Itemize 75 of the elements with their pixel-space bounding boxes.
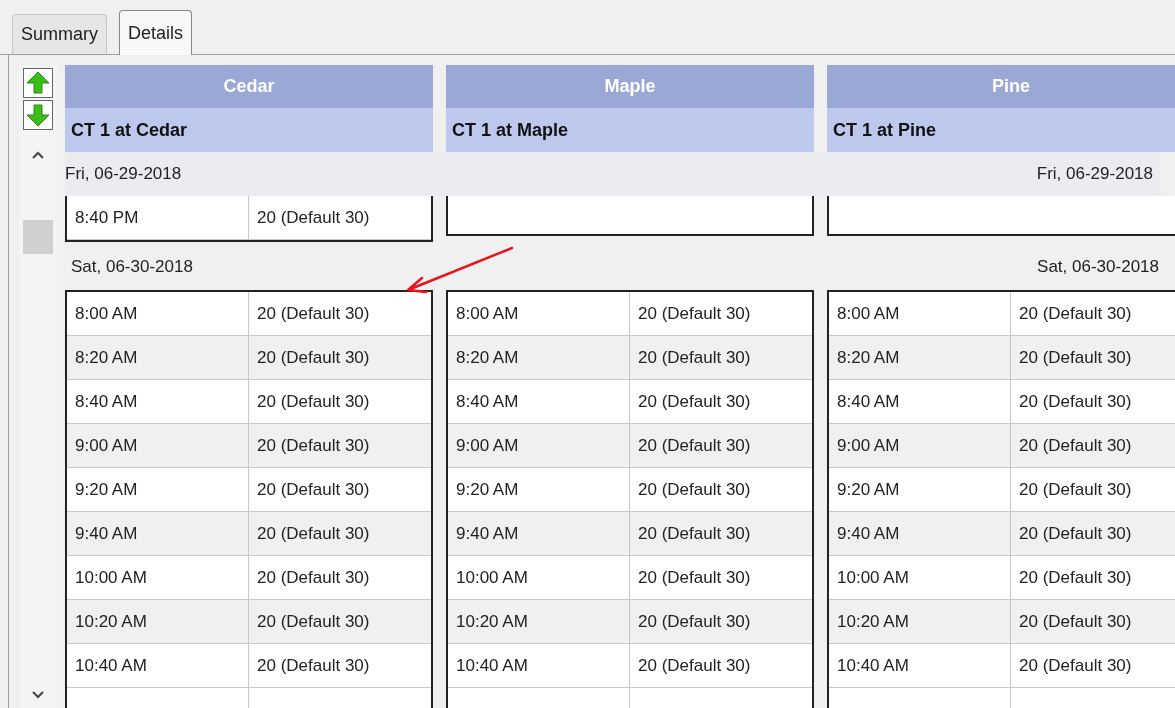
- column-title: Cedar: [65, 65, 433, 108]
- move-down-button[interactable]: [23, 100, 53, 130]
- time-cell: 10:00 AM: [67, 556, 249, 599]
- value-cell-text: 20 (Default 30): [637, 346, 752, 369]
- time-cell: 10:40 AM: [67, 644, 249, 687]
- time-cell: 8:00 AM: [448, 292, 630, 335]
- column-title: Maple: [446, 65, 814, 108]
- time-cell: 10:00 AM: [448, 556, 630, 599]
- value-cell-text: 20 (Default 30): [1018, 478, 1133, 501]
- value-cell-text: 20 (Default 30): [256, 566, 371, 589]
- down-arrow-icon: [26, 103, 50, 127]
- time-cell: 9:20 AM: [829, 468, 1011, 511]
- value-cell-text: 20 (Default 30): [637, 478, 752, 501]
- time-cell: 8:00 AM: [829, 292, 1011, 335]
- tab[interactable]: Summary: [12, 14, 107, 54]
- time-cell: 9:40 AM: [67, 512, 249, 555]
- value-cell-text: 20 (Default 30): [1018, 434, 1133, 457]
- up-arrow-icon: [26, 71, 50, 95]
- value-cell-text: 20 (Default 30): [1018, 302, 1133, 325]
- value-cell-text: 20 (Default 30): [637, 522, 752, 545]
- value-cell-text: 20 (Default 30): [256, 346, 371, 369]
- value-cell-text: 20 (Default 30): [637, 654, 752, 677]
- scroll-down-icon[interactable]: [31, 690, 45, 700]
- time-cell: 10:20 AM: [67, 600, 249, 643]
- time-cell: 9:20 AM: [448, 468, 630, 511]
- time-cell: 9:40 AM: [829, 512, 1011, 555]
- time-cell: 8:40 AM: [448, 380, 630, 423]
- value-cell-text: 20 (Default 30): [256, 206, 371, 229]
- value-cell-text: 20 (Default 30): [256, 654, 371, 677]
- time-cell: 8:40 AM: [829, 380, 1011, 423]
- value-cell-text: 20 (Default 30): [1018, 346, 1133, 369]
- time-cell: 10:40 AM: [448, 644, 630, 687]
- tab[interactable]: Details: [119, 10, 193, 55]
- date-label: Sat, 06-30-2018: [1037, 256, 1159, 279]
- date-label: Sat, 06-30-2018: [71, 256, 193, 279]
- time-cell: 8:20 AM: [448, 336, 630, 379]
- date-label: Fri, 06-29-2018: [1036, 163, 1153, 186]
- value-cell-text: 20 (Default 30): [637, 610, 752, 633]
- time-cell: 10:00 AM: [829, 556, 1011, 599]
- time-cell: 9:00 AM: [448, 424, 630, 467]
- column-title: Pine: [827, 65, 1175, 108]
- scroll-up-icon[interactable]: [31, 150, 45, 160]
- value-cell-text: 20 (Default 30): [637, 566, 752, 589]
- time-cell: 9:20 AM: [67, 468, 249, 511]
- value-cell-text: 20 (Default 30): [256, 522, 371, 545]
- move-up-button[interactable]: [23, 68, 53, 98]
- value-cell-text: 20 (Default 30): [1018, 390, 1133, 413]
- value-cell-text: 20 (Default 30): [256, 610, 371, 633]
- time-cell: 10:20 AM: [829, 600, 1011, 643]
- time-cell: 9:00 AM: [829, 424, 1011, 467]
- column-subtitle: CT 1 at Cedar: [65, 108, 433, 152]
- value-cell-text: 20 (Default 30): [256, 478, 371, 501]
- value-cell-text: 20 (Default 30): [637, 434, 752, 457]
- value-cell-text: 20 (Default 30): [256, 302, 371, 325]
- value-cell-text: 20 (Default 30): [637, 390, 752, 413]
- time-cell: 8:40 AM: [67, 380, 249, 423]
- time-cell: 8:00 AM: [67, 292, 249, 335]
- value-cell-text: 20 (Default 30): [637, 302, 752, 325]
- time-cell: 9:00 AM: [67, 424, 249, 467]
- column-subtitle: CT 1 at Pine: [827, 108, 1175, 152]
- value-cell-text: 20 (Default 30): [1018, 566, 1133, 589]
- value-cell-text: 20 (Default 30): [256, 434, 371, 457]
- time-cell: 9:40 AM: [448, 512, 630, 555]
- scroll-thumb[interactable]: [23, 220, 53, 254]
- date-label: Fri, 06-29-2018: [65, 163, 182, 186]
- time-cell: 8:40 PM: [67, 196, 249, 239]
- value-cell-text: 20 (Default 30): [1018, 610, 1133, 633]
- time-cell: 10:40 AM: [829, 644, 1011, 687]
- time-cell: 8:20 AM: [67, 336, 249, 379]
- value-cell-text: 20 (Default 30): [256, 390, 371, 413]
- time-cell: 8:20 AM: [829, 336, 1011, 379]
- value-cell-text: 20 (Default 30): [1018, 522, 1133, 545]
- time-cell: 10:20 AM: [448, 600, 630, 643]
- column-subtitle: CT 1 at Maple: [446, 108, 814, 152]
- value-cell-text: 20 (Default 30): [1018, 654, 1133, 677]
